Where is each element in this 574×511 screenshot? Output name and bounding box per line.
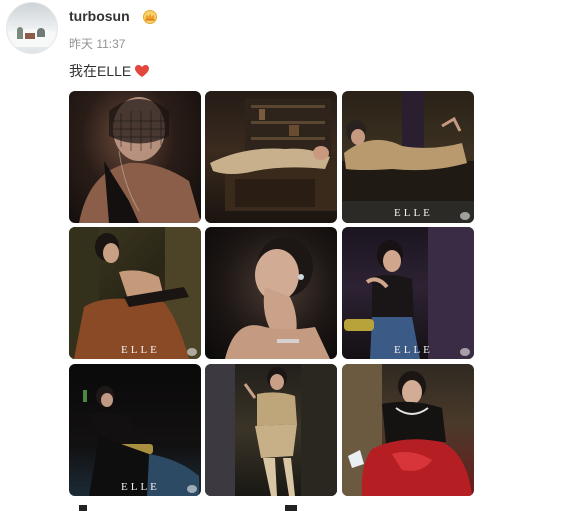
- gallery-image-4[interactable]: ELLE: [69, 227, 201, 359]
- crown-icon: [143, 10, 157, 24]
- next-post-preview: [79, 505, 87, 511]
- photo-content: [79, 97, 201, 223]
- photo-content: [210, 99, 337, 211]
- weibo-watermark-icon: [460, 348, 470, 356]
- gallery-image-1[interactable]: [69, 91, 201, 223]
- image-grid: ELLE ELLE ELLE ELLE: [69, 91, 474, 496]
- username[interactable]: turbosun: [69, 8, 130, 24]
- photo-content: [205, 364, 337, 496]
- post-time[interactable]: 昨天 11:37: [69, 35, 125, 52]
- post-text-content: 我在ELLE: [69, 63, 132, 79]
- avatar[interactable]: [6, 2, 58, 54]
- avatar-tree: [37, 28, 45, 37]
- gallery-image-9[interactable]: [342, 364, 474, 496]
- elle-watermark: ELLE: [394, 207, 433, 219]
- gallery-image-2[interactable]: [205, 91, 337, 223]
- photo-content: [344, 227, 474, 359]
- post-text: 我在ELLE: [69, 61, 150, 81]
- gallery-image-3[interactable]: ELLE: [342, 91, 474, 223]
- photo-content: [225, 237, 330, 359]
- weibo-watermark-icon: [187, 485, 197, 493]
- heart-icon: [135, 65, 150, 77]
- gallery-image-5[interactable]: [205, 227, 337, 359]
- weibo-watermark-icon: [187, 348, 197, 356]
- photo-content: [342, 364, 472, 496]
- elle-watermark: ELLE: [394, 344, 433, 356]
- elle-watermark: ELLE: [121, 344, 160, 356]
- photo-content: [83, 386, 199, 496]
- avatar-tree: [17, 27, 23, 39]
- photo-content: [342, 91, 474, 223]
- weibo-post: turbosun 昨天 11:37 我在ELLE ELLE ELLE ELLE …: [0, 0, 574, 511]
- avatar-house: [25, 33, 35, 39]
- gallery-image-7[interactable]: ELLE: [69, 364, 201, 496]
- weibo-watermark-icon: [460, 212, 470, 220]
- photo-content: [69, 227, 201, 359]
- gallery-image-8[interactable]: [205, 364, 337, 496]
- next-post-preview: [285, 505, 297, 511]
- gallery-image-6[interactable]: ELLE: [342, 227, 474, 359]
- elle-watermark: ELLE: [121, 481, 160, 493]
